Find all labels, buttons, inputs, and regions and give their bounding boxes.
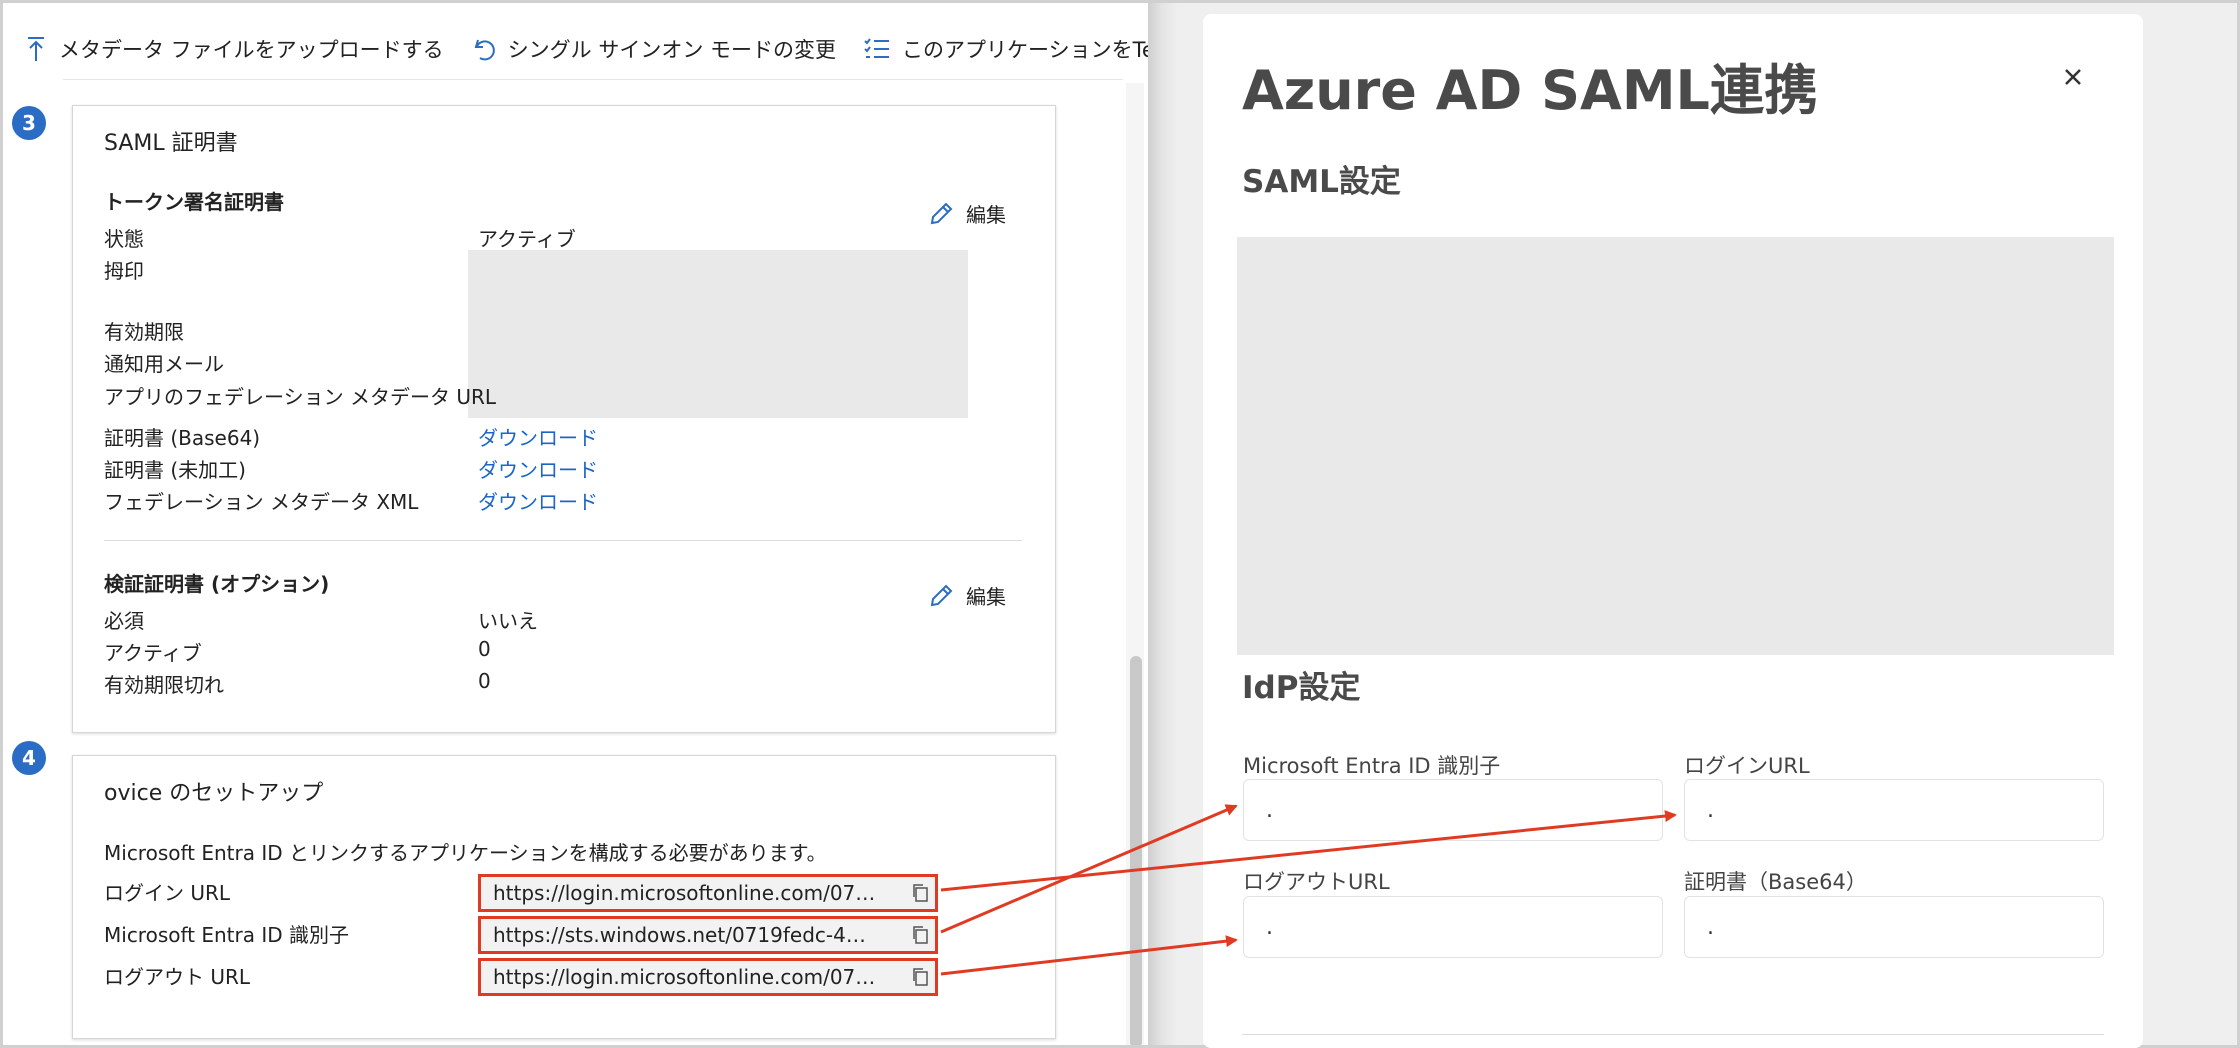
cert-input[interactable]: . xyxy=(1684,896,2104,958)
active-label: アクティブ xyxy=(104,641,202,665)
cert-input-label: 証明書（Base64） xyxy=(1684,870,1867,894)
command-bar: メタデータ ファイルをアップロードする シングル サインオン モードの変更 この… xyxy=(3,3,1148,95)
login-url-field[interactable]: https://login.microsoftonline.com/07… xyxy=(478,874,938,912)
pencil-icon xyxy=(930,202,953,224)
logout-url-input-label: ログアウトURL xyxy=(1243,870,1390,894)
expiry-label: 有効期限 xyxy=(104,320,184,344)
upload-metadata-button[interactable]: メタデータ ファイルをアップロードする xyxy=(25,34,444,64)
logout-url-label: ログアウト URL xyxy=(104,965,251,989)
change-sso-mode-label: シングル サインオン モードの変更 xyxy=(507,38,837,62)
logout-url-value: https://login.microsoftonline.com/07… xyxy=(493,965,876,989)
cert-raw-label: 証明書 (未加工) xyxy=(104,458,246,482)
login-url-input-label: ログインURL xyxy=(1684,754,1810,778)
edit-verification-button[interactable]: 編集 xyxy=(928,581,1006,610)
edit-label: 編集 xyxy=(966,203,1006,227)
close-icon[interactable] xyxy=(2058,62,2088,92)
edit-token-cert-button[interactable]: 編集 xyxy=(928,199,1006,228)
scrollbar-thumb[interactable] xyxy=(1130,656,1142,1045)
metadata-url-label: アプリのフェデレーション メタデータ URL xyxy=(104,385,496,409)
test-app-button[interactable]: このアプリケーションをTest xyxy=(864,34,1148,64)
active-value: 0 xyxy=(478,637,491,661)
verification-heading: 検証証明書 (オプション) xyxy=(104,572,330,596)
expired-label: 有効期限切れ xyxy=(104,673,224,697)
login-url-value: https://login.microsoftonline.com/07… xyxy=(493,881,876,905)
copy-icon[interactable] xyxy=(905,925,935,945)
step-4-badge: 4 xyxy=(12,741,46,775)
saml-settings-heading: SAML設定 xyxy=(1242,164,1401,200)
token-signing-heading: トークン署名証明書 xyxy=(104,190,284,214)
upload-metadata-label: メタデータ ファイルをアップロードする xyxy=(59,38,444,62)
status-label: 状態 xyxy=(104,227,144,251)
logout-url-field[interactable]: https://login.microsoftonline.com/07… xyxy=(478,958,938,996)
entra-id-field[interactable]: https://sts.windows.net/0719fedc-4… xyxy=(478,916,938,954)
notify-email-label: 通知用メール xyxy=(104,352,224,376)
panel-divider xyxy=(1242,1034,2104,1035)
undo-icon xyxy=(474,39,495,61)
ovice-setup-title: ovice のセットアップ xyxy=(104,781,324,806)
change-sso-mode-button[interactable]: シングル サインオン モードの変更 xyxy=(472,34,836,64)
copy-icon[interactable] xyxy=(905,967,935,987)
entra-id-label: Microsoft Entra ID 識別子 xyxy=(104,923,350,947)
section-divider xyxy=(104,540,1022,541)
copy-icon[interactable] xyxy=(905,883,935,903)
test-app-label: このアプリケーションをTest xyxy=(902,38,1148,62)
pencil-icon xyxy=(930,584,953,606)
status-value: アクティブ xyxy=(478,227,576,251)
required-label: 必須 xyxy=(104,609,144,633)
login-url-input[interactable]: . xyxy=(1684,779,2104,841)
upload-icon xyxy=(28,37,44,61)
fed-xml-label: フェデレーション メタデータ XML xyxy=(104,490,419,514)
cert-raw-download-link[interactable]: ダウンロード xyxy=(478,454,598,483)
redacted-cert-details xyxy=(468,250,968,418)
toolbar-divider xyxy=(63,79,1123,80)
cert-base64-download-link[interactable]: ダウンロード xyxy=(478,422,598,451)
azure-portal-pane: メタデータ ファイルをアップロードする シングル サインオン モードの変更 この… xyxy=(3,3,1148,1045)
entra-id-input-label: Microsoft Entra ID 識別子 xyxy=(1243,754,1501,778)
thumbprint-label: 拇印 xyxy=(104,259,144,283)
entra-id-value: https://sts.windows.net/0719fedc-4… xyxy=(493,923,866,947)
expired-value: 0 xyxy=(478,669,491,693)
setup-description: Microsoft Entra ID とリンクするアプリケーションを構成する必要… xyxy=(104,841,827,865)
fed-xml-download-link[interactable]: ダウンロード xyxy=(478,486,598,515)
cert-base64-label: 証明書 (Base64) xyxy=(104,426,261,450)
step-3-badge: 3 xyxy=(12,106,46,140)
logout-url-input[interactable]: . xyxy=(1243,896,1663,958)
saml-certificate-title: SAML 証明書 xyxy=(104,131,238,156)
checklist-icon xyxy=(864,38,890,58)
login-url-label: ログイン URL xyxy=(104,881,231,905)
entra-id-input[interactable]: . xyxy=(1243,779,1663,841)
redacted-saml-settings xyxy=(1237,237,2114,655)
panel-title: Azure AD SAML連携 xyxy=(1242,59,1818,122)
required-value: いいえ xyxy=(478,609,538,633)
edit-label: 編集 xyxy=(966,585,1006,609)
idp-settings-heading: IdP設定 xyxy=(1242,670,1361,706)
